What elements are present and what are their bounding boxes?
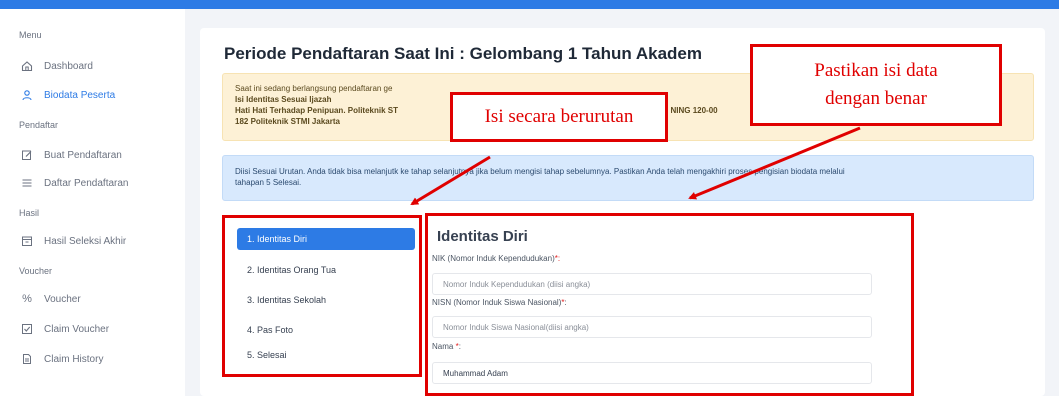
callout-pastikan-data: Pastikan isi data dengan benar — [750, 44, 1002, 126]
callout-line-1: Pastikan isi data — [814, 60, 938, 81]
callout-isi-berurutan: Isi secara berurutan — [450, 92, 668, 142]
callout-line-2: dengan benar — [825, 88, 927, 109]
arrow-to-steps — [410, 155, 491, 206]
arrow-to-form — [688, 126, 861, 200]
